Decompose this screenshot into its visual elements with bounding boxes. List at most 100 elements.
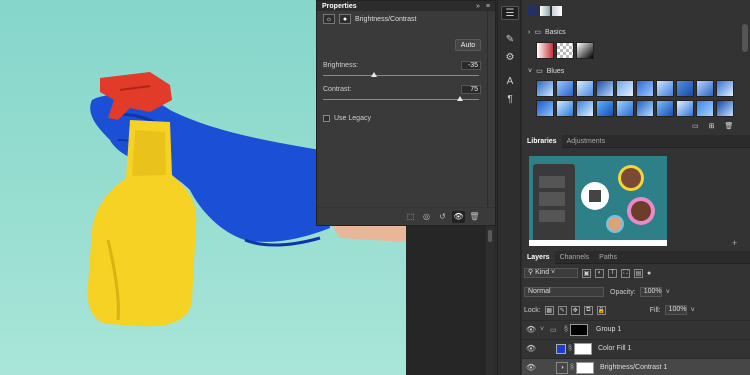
view-previous-icon[interactable]: ◎ (420, 211, 433, 223)
gradient-swatch[interactable] (616, 100, 634, 117)
properties-tab[interactable]: Properties (322, 3, 357, 10)
chevron-down-icon[interactable]: ˅ (540, 326, 550, 333)
gradient-swatch[interactable] (696, 80, 714, 97)
gradient-group-blues[interactable]: ˅ ▭ Blues (528, 67, 564, 76)
gradient-swatch[interactable] (576, 42, 594, 59)
gradient-swatch[interactable] (676, 80, 694, 97)
paragraph-icon[interactable]: ¶ (501, 92, 519, 106)
add-icon[interactable]: ⊞ (709, 122, 715, 130)
use-legacy-label: Use Legacy (334, 115, 371, 122)
brightness-slider-knob[interactable] (371, 72, 378, 77)
pixel-filter-icon[interactable]: ▣ (582, 268, 591, 278)
trash-icon[interactable]: 🗑 (725, 122, 734, 130)
layer-name: Group 1 (596, 326, 622, 333)
tab-channels[interactable]: Channels (555, 251, 595, 264)
gradients-scrollbar-thumb[interactable] (742, 24, 748, 52)
chevron-down-icon[interactable]: ˅ (691, 307, 695, 314)
kind-filter-select[interactable]: ⚲ Kind ˅ (524, 268, 578, 278)
gradient-swatch[interactable] (716, 100, 734, 117)
gradient-swatch[interactable] (596, 100, 614, 117)
gradient-swatch[interactable] (616, 80, 634, 97)
lock-pixels-icon[interactable]: ✎ (557, 305, 567, 315)
brush-icon[interactable]: ✎ (501, 32, 519, 46)
visibility-eye-icon[interactable]: 👁 (522, 325, 540, 334)
opacity-field[interactable]: 100% (639, 287, 662, 297)
adjustment-thumbnail-icon[interactable]: ◑ (556, 361, 568, 374)
contrast-field[interactable]: 75 (461, 85, 481, 94)
adjustment-filter-icon[interactable]: ◐ (595, 268, 604, 278)
clip-to-layer-icon[interactable]: ⬚ (404, 211, 417, 223)
chevron-down-icon: › (528, 28, 531, 36)
tab-libraries[interactable]: Libraries (522, 134, 562, 148)
gradient-swatch[interactable] (596, 80, 614, 97)
double-chevron-right-icon[interactable]: » (476, 3, 480, 10)
color-fill-thumbnail[interactable] (556, 343, 566, 354)
gradient-swatch[interactable] (636, 80, 654, 97)
gradient-swatch[interactable] (556, 42, 574, 59)
reset-icon[interactable]: ↺ (436, 211, 449, 223)
chevron-down-icon[interactable]: ˅ (666, 289, 670, 296)
gradient-swatch[interactable] (556, 80, 574, 97)
type-filter-icon[interactable]: T (608, 268, 617, 278)
layer-type-label: Brightness/Contrast (355, 15, 417, 23)
brightness-field[interactable]: -35 (461, 61, 481, 70)
smart-object-filter-icon[interactable]: ▤ (634, 268, 643, 278)
gradient-group-basics[interactable]: › ▭ Basics (528, 28, 566, 37)
gradient-preview-row (528, 6, 562, 16)
brush-settings-icon[interactable]: ⚙ (501, 50, 519, 64)
contrast-slider-track[interactable] (323, 99, 479, 100)
visibility-eye-icon[interactable]: 👁 (452, 210, 465, 223)
lock-artboard-icon[interactable]: ⧉ (583, 305, 593, 315)
libraries-promo-image (529, 156, 667, 246)
character-icon[interactable]: A (501, 74, 519, 88)
layer-row[interactable]: 👁 ˅ ▭ § Group 1 (522, 320, 750, 338)
lock-all-icon[interactable]: 🔒 (596, 305, 606, 315)
mask-icon[interactable]: ● (339, 14, 351, 24)
gradient-swatch[interactable] (576, 100, 594, 117)
layer-row[interactable]: 👁 § Color Fill 1 (522, 339, 750, 357)
filter-toggle-icon[interactable]: ● (647, 270, 651, 277)
gradient-swatch[interactable] (676, 100, 694, 117)
layer-mask-thumbnail[interactable] (574, 342, 592, 355)
blues-gradients-row-1 (536, 80, 734, 97)
gradient-swatch[interactable] (656, 80, 674, 97)
layer-mask-thumbnail[interactable] (576, 361, 594, 374)
lock-transparent-icon[interactable]: ▦ (544, 305, 554, 315)
gradient-swatch[interactable] (536, 100, 554, 117)
use-legacy-checkbox[interactable] (323, 115, 330, 122)
tab-layers[interactable]: Layers (522, 250, 555, 264)
hamburger-menu-icon[interactable]: ≡ (486, 3, 490, 10)
group-mask-thumbnail[interactable] (570, 323, 588, 336)
tab-adjustments[interactable]: Adjustments (562, 135, 611, 148)
visibility-eye-icon[interactable]: 👁 (522, 363, 540, 372)
fill-label: Fill: (649, 306, 661, 314)
gradient-swatch[interactable] (716, 80, 734, 97)
fill-field[interactable]: 100% (664, 305, 687, 315)
gradient-swatch[interactable] (556, 100, 574, 117)
shape-filter-icon[interactable]: ⛶ (621, 268, 630, 278)
brightness-slider-track[interactable] (323, 75, 479, 76)
right-panels: › ▭ Basics ˅ ▭ Blues ▭ ⊞ 🗑 Libraries Adj… (522, 0, 750, 375)
gradient-swatch[interactable] (636, 100, 654, 117)
add-icon[interactable]: + (732, 238, 737, 248)
properties-toggle-icon[interactable]: ☰ (501, 6, 519, 20)
gradient-swatch[interactable] (696, 100, 714, 117)
scrollbar-thumb[interactable] (488, 230, 492, 242)
blend-mode-select[interactable]: Normal (524, 287, 604, 297)
auto-button[interactable]: Auto (455, 39, 481, 51)
blues-gradients-row-2 (536, 100, 734, 117)
tab-paths[interactable]: Paths (594, 251, 622, 264)
properties-panel: Properties » ≡ ☼ ● Brightness/Contrast A… (316, 0, 496, 226)
contrast-slider-knob[interactable] (457, 96, 464, 101)
folder-icon[interactable]: ▭ (692, 122, 699, 130)
properties-scrollbar[interactable] (487, 11, 495, 207)
lock-position-icon[interactable]: ✥ (570, 305, 580, 315)
gradient-swatch[interactable] (576, 80, 594, 97)
gradient-swatch[interactable] (656, 100, 674, 117)
trash-icon[interactable]: 🗑 (468, 211, 481, 223)
gradient-swatch[interactable] (536, 80, 554, 97)
visibility-eye-icon[interactable]: 👁 (522, 344, 540, 353)
gradient-swatch[interactable] (536, 42, 554, 59)
layer-row-selected[interactable]: 👁 ◑ § Brightness/Contrast 1 (522, 358, 750, 375)
layer-name: Color Fill 1 (598, 345, 632, 352)
